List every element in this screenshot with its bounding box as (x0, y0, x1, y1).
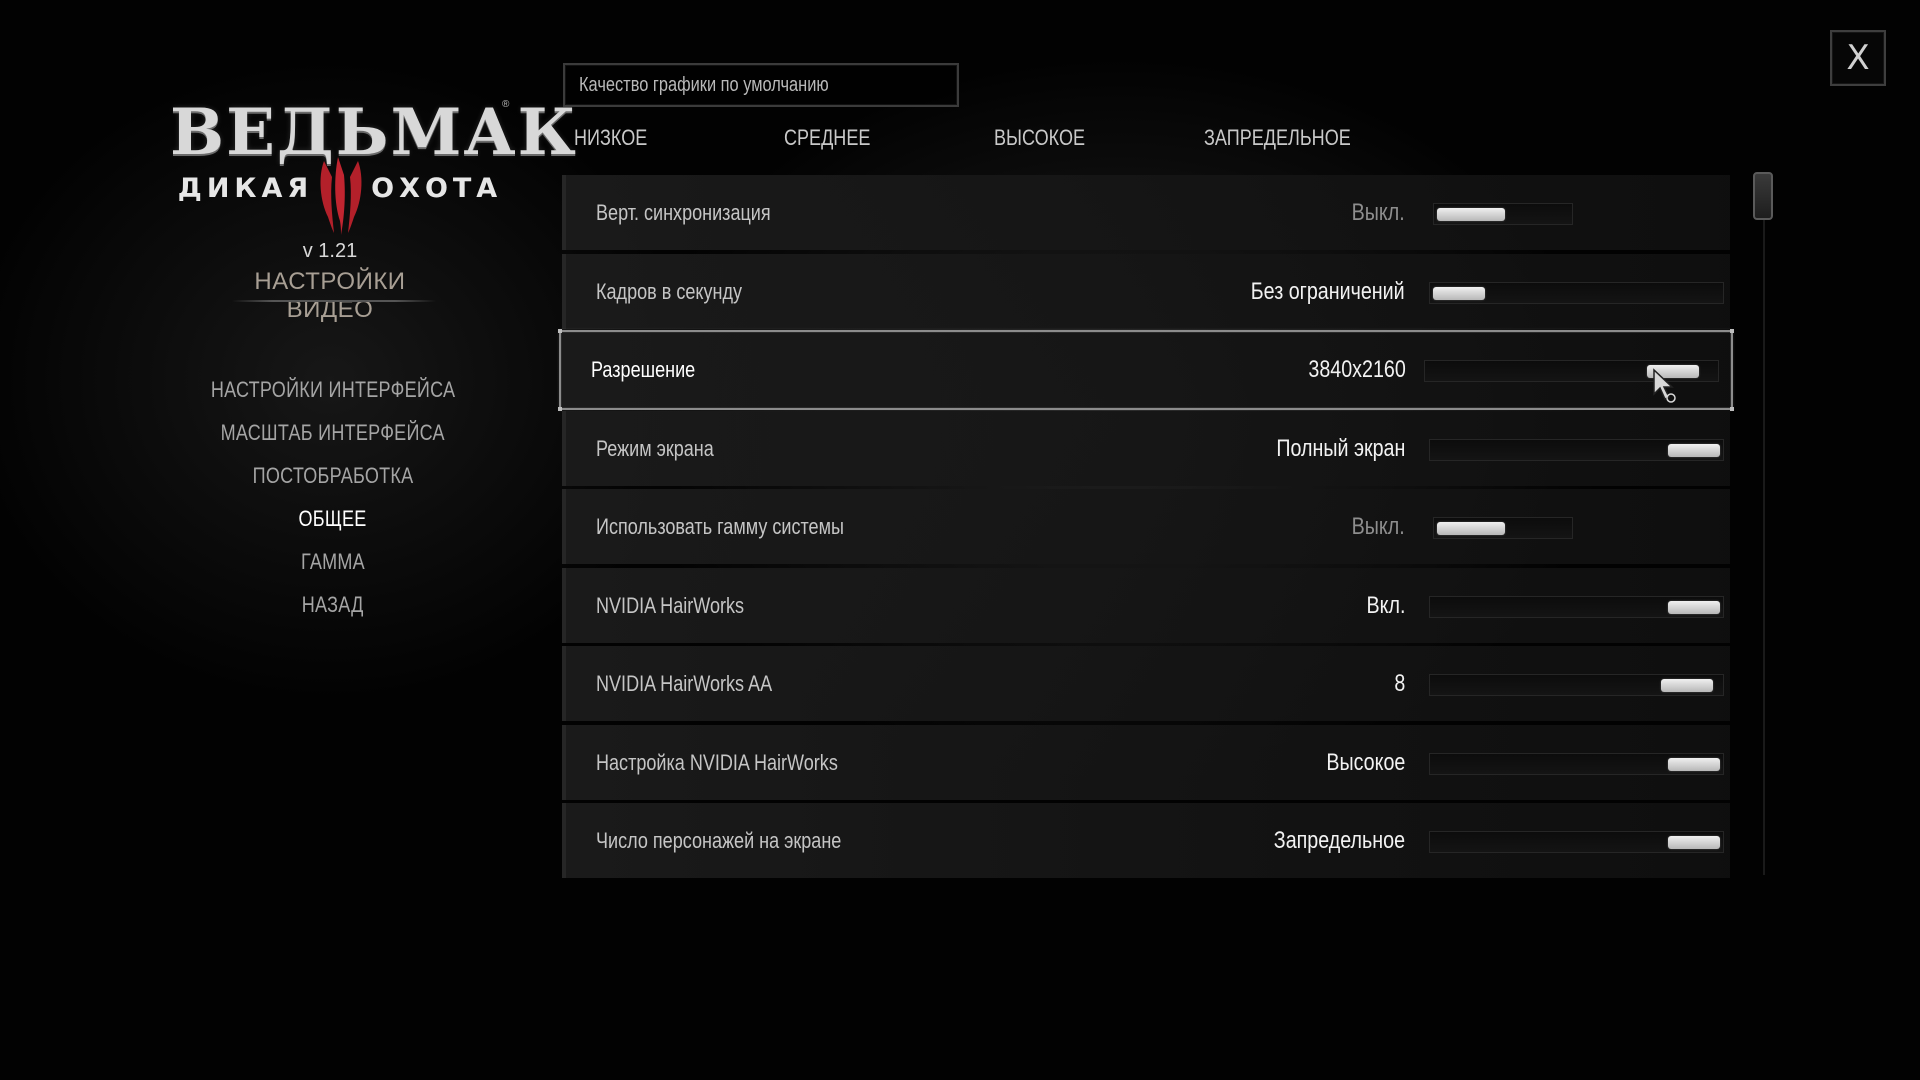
game-logo: ВЕДЬМАК ® ДИКАЯ ОХОТА (170, 95, 576, 245)
selection-corner (1730, 407, 1734, 411)
setting-row[interactable]: Разрешение 3840x2160 (558, 329, 1734, 411)
preset-option[interactable]: НИЗКОЕ (574, 122, 663, 154)
menu-item-label: ГАММА (301, 549, 365, 574)
menu-item-label: ПОСТОБРАБОТКА (252, 463, 414, 488)
setting-label: NVIDIA HairWorks (596, 592, 745, 618)
menu-item[interactable]: МАСШТАБ ИНТЕРФЕЙСА (183, 411, 483, 454)
setting-row[interactable]: NVIDIA HairWorks Вкл. (562, 567, 1730, 643)
menu-item[interactable]: НАСТРОЙКИ ИНТЕРФЕЙСА (183, 368, 483, 411)
wolf-claw-emblem-icon (320, 157, 362, 235)
setting-slider[interactable] (1429, 595, 1724, 618)
setting-slider[interactable] (1429, 438, 1724, 461)
preset-option-label: СРЕДНЕЕ (784, 125, 871, 150)
preset-option-label: ЗАПРЕДЕЛЬНОЕ (1204, 125, 1351, 150)
setting-label: Использовать гамму системы (596, 514, 844, 539)
setting-value: Полный экран (1275, 434, 1405, 462)
slider-thumb[interactable] (1668, 600, 1720, 614)
setting-value: 8 (1394, 670, 1405, 697)
setting-label: Кадров в секунду (596, 278, 743, 304)
setting-row[interactable]: Кадров в секунду Без ограничений (562, 253, 1730, 329)
menu-item-label: НАСТРОЙКИ ИНТЕРФЕЙСА (210, 377, 456, 402)
setting-label: Число персонажей на экране (596, 828, 842, 853)
setting-label: Настройка NVIDIA HairWorks (596, 749, 838, 775)
logo-subtitle-right: ОХОТА (371, 173, 503, 204)
setting-row[interactable]: Верт. синхронизация Выкл. (562, 175, 1730, 250)
settings-list: Верт. синхронизация Выкл. Кадров в секунду… (558, 175, 1734, 880)
setting-toggle[interactable] (1433, 517, 1573, 539)
slider-thumb[interactable] (1668, 443, 1720, 457)
video-settings-screen: ВЕДЬМАК ® ДИКАЯ ОХОТА v 1.21 НАСТРОЙКИ ВИ… (0, 0, 1920, 1080)
menu-item[interactable]: НАЗАД (183, 583, 483, 626)
version-label: v 1.21 (302, 240, 358, 262)
setting-label: Верт. синхронизация (596, 200, 771, 225)
selection-corner (1730, 329, 1734, 333)
slider-thumb[interactable] (1668, 757, 1720, 771)
close-button[interactable]: X (1830, 30, 1886, 86)
selection-corner (558, 329, 562, 333)
setting-value: Вкл. (1366, 591, 1405, 619)
menu-item-label: НАЗАД (302, 592, 364, 617)
slider-thumb[interactable] (1433, 286, 1485, 300)
close-icon: X (1846, 38, 1870, 78)
setting-value: 3840x2160 (1308, 356, 1406, 383)
setting-value: Без ограничений (1251, 277, 1405, 305)
preset-option[interactable]: ВЫСОКОЕ (994, 122, 1105, 154)
setting-row[interactable]: Режим экрана Полный экран (562, 410, 1730, 486)
setting-slider[interactable] (1429, 831, 1724, 853)
setting-value: Выкл. (1351, 199, 1405, 226)
preset-option-label: ВЫСОКОЕ (994, 125, 1086, 150)
setting-label: Режим экрана (596, 435, 714, 461)
section-title: НАСТРОЙКИ ВИДЕО (254, 268, 406, 323)
slider-thumb[interactable] (1660, 679, 1713, 692)
preset-option-label: НИЗКОЕ (574, 125, 648, 150)
menu-item-label: МАСШТАБ ИНТЕРФЕЙСА (220, 420, 446, 445)
slider-thumb[interactable] (1646, 365, 1699, 378)
menu-item[interactable]: ГАММА (183, 540, 483, 583)
setting-row[interactable]: NVIDIA HairWorks AA 8 (562, 646, 1730, 721)
setting-label: NVIDIA HairWorks AA (596, 671, 773, 696)
setting-value: Запредельное (1273, 827, 1405, 854)
setting-value: Выкл. (1351, 513, 1405, 540)
menu-item[interactable]: ПОСТОБРАБОТКА (183, 454, 483, 497)
logo-subtitle-left: ДИКАЯ (177, 173, 314, 204)
setting-row[interactable]: Настройка NVIDIA HairWorks Высокое (562, 724, 1730, 800)
preset-option[interactable]: ЗАПРЕДЕЛЬНОЕ (1204, 122, 1383, 154)
setting-label: Разрешение (591, 357, 696, 382)
setting-slider[interactable] (1429, 281, 1724, 304)
settings-menu: НАСТРОЙКИ ИНТЕРФЕЙСА МАСШТАБ ИНТЕРФЕЙСА ПО… (183, 368, 483, 626)
preset-option[interactable]: СРЕДНЕЕ (784, 122, 889, 154)
menu-item[interactable]: ОБЩЕЕ (183, 497, 483, 540)
setting-row[interactable]: Использовать гамму системы Выкл. (562, 489, 1730, 564)
slider-thumb[interactable] (1437, 208, 1505, 221)
menu-item-label: ОБЩЕЕ (298, 506, 368, 531)
graphics-preset-box[interactable]: Качество графики по умолчанию (563, 63, 959, 107)
graphics-preset-label: Качество графики по умолчанию (579, 74, 829, 96)
scrollbar-track[interactable] (1763, 175, 1765, 875)
setting-slider[interactable] (1429, 674, 1724, 696)
scrollbar-thumb[interactable] (1753, 172, 1773, 220)
section-title-underline (232, 300, 436, 302)
setting-slider[interactable] (1429, 752, 1724, 775)
slider-thumb[interactable] (1437, 522, 1505, 535)
setting-slider[interactable] (1424, 360, 1719, 382)
setting-value: Высокое (1325, 748, 1405, 776)
setting-toggle[interactable] (1433, 203, 1573, 225)
logo-registered-mark: ® (502, 99, 510, 110)
setting-row[interactable]: Число персонажей на экране Запредельное (562, 803, 1730, 878)
slider-thumb[interactable] (1668, 836, 1720, 849)
